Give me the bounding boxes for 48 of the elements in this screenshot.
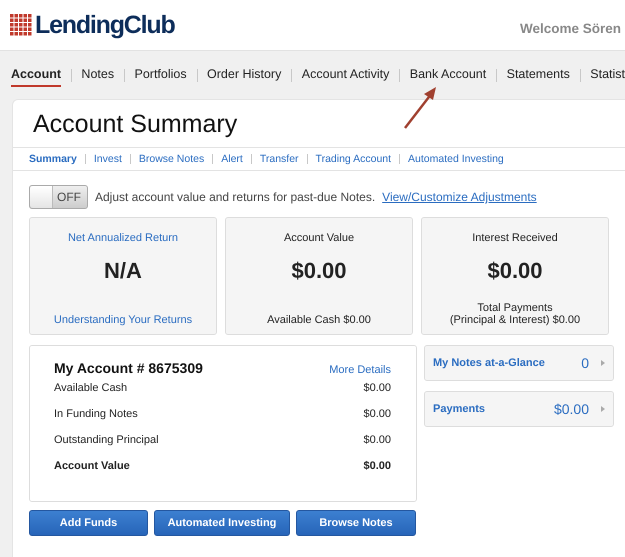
nav-tab[interactable]: Portfolios xyxy=(134,63,187,87)
nav-tab[interactable]: Statist xyxy=(590,63,625,87)
nav-tab[interactable]: Notes xyxy=(81,63,114,87)
card-title: Account Value xyxy=(284,232,354,244)
action-button[interactable]: Automated Investing xyxy=(154,510,290,536)
card-title-link[interactable]: Net Annualized Return xyxy=(68,232,178,244)
row-label: Account Value xyxy=(54,460,130,474)
card-value: $0.00 xyxy=(487,258,543,284)
row-value: $0.00 xyxy=(363,408,391,422)
adjustment-text: Adjust account value and returns for past-due Notes. xyxy=(95,190,376,204)
card-title: Interest Received xyxy=(472,232,558,244)
side-panel[interactable]: My Notes at-a-Glance 0 xyxy=(424,345,614,381)
adjustments-link[interactable]: View/Customize Adjustments xyxy=(382,190,537,204)
welcome-text: Welcome Sören xyxy=(520,20,621,36)
subnav-link[interactable]: Summary xyxy=(29,153,77,165)
more-details-link[interactable]: More Details xyxy=(329,364,391,376)
side-panel[interactable]: Payments $0.00 xyxy=(424,391,614,427)
row-label: Available Cash xyxy=(54,382,128,396)
card-value: N/A xyxy=(104,258,142,284)
card-footer-text: Total Payments xyxy=(476,302,554,314)
nav-tab[interactable]: Statements xyxy=(506,63,570,87)
card-footer-text: (Principal & Interest) $0.00 xyxy=(450,314,580,326)
nav-tab[interactable]: Account Activity xyxy=(302,63,390,87)
nav-tab[interactable]: Account xyxy=(11,63,61,87)
row-value: $0.00 xyxy=(363,434,391,448)
returns-link[interactable]: Understanding Your Returns xyxy=(54,314,192,326)
action-button[interactable]: Add Funds xyxy=(29,510,148,536)
subnav-link[interactable]: Transfer xyxy=(260,153,299,165)
row-value: $0.00 xyxy=(363,460,391,474)
subnav-link[interactable]: Automated Investing xyxy=(408,153,504,165)
annotation-arrow xyxy=(402,85,438,131)
logo-icon xyxy=(10,14,32,36)
logo-text[interactable]: LendingClub xyxy=(35,10,175,40)
page-title: Account Summary xyxy=(32,109,238,140)
card-value: $0.00 xyxy=(291,258,347,284)
subnav-link[interactable]: Alert xyxy=(221,153,243,165)
adjustment-toggle[interactable]: OFF xyxy=(29,185,88,209)
subnav-link[interactable]: Trading Account xyxy=(316,153,392,165)
row-value: $0.00 xyxy=(363,382,391,396)
card-footer-text: Available Cash $0.00 xyxy=(267,314,371,326)
account-title: My Account # 8675309 xyxy=(54,360,203,376)
subnav-link[interactable]: Browse Notes xyxy=(138,153,204,165)
subnav-link[interactable]: Invest xyxy=(94,153,122,165)
nav-tab[interactable]: Order History xyxy=(207,63,282,87)
row-label: Outstanding Principal xyxy=(54,434,159,448)
nav-tab[interactable]: Bank Account xyxy=(410,63,486,87)
action-button[interactable]: Browse Notes xyxy=(296,510,416,536)
row-label: In Funding Notes xyxy=(54,408,138,422)
